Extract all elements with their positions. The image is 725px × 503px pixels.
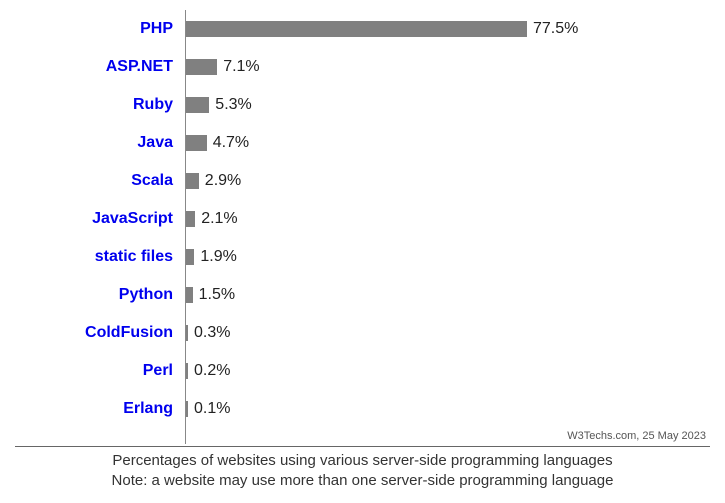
bar: [186, 401, 188, 417]
category-link-aspnet[interactable]: ASP.NET: [106, 58, 173, 75]
bar-cell: 5.3%: [185, 86, 710, 124]
bar-cell: 7.1%: [185, 48, 710, 86]
bar: [186, 211, 195, 227]
category-link-javascript[interactable]: JavaScript: [92, 210, 173, 227]
category-label-cell: Erlang: [15, 400, 185, 418]
value-label: 5.3%: [215, 96, 251, 114]
category-link-python[interactable]: Python: [119, 286, 173, 303]
value-label: 0.1%: [194, 400, 230, 418]
category-link-php[interactable]: PHP: [140, 20, 173, 37]
chart-row: ColdFusion 0.3%: [15, 314, 710, 352]
chart-row: Erlang 0.1%: [15, 390, 710, 428]
bar: [186, 21, 527, 37]
source-row: W3Techs.com, 25 May 2023: [15, 428, 710, 444]
value-label: 77.5%: [533, 20, 578, 38]
bar-cell: 0.3%: [185, 314, 710, 352]
source-credit: W3Techs.com, 25 May 2023: [185, 428, 710, 444]
chart-row: static files 1.9%: [15, 238, 710, 276]
bar: [186, 249, 194, 265]
category-link-java[interactable]: Java: [137, 134, 173, 151]
bar-cell: 0.1%: [185, 390, 710, 428]
bar: [186, 97, 209, 113]
value-label: 7.1%: [223, 58, 259, 76]
chart-row: Java 4.7%: [15, 124, 710, 162]
bar: [186, 325, 188, 341]
bar: [186, 363, 188, 379]
bar-cell: 0.2%: [185, 352, 710, 390]
chart-row: Perl 0.2%: [15, 352, 710, 390]
bar-chart: PHP 77.5% ASP.NET 7.1% Ruby 5.3% Java 4: [15, 10, 710, 444]
chart-caption: Percentages of websites using various se…: [15, 451, 710, 490]
bar-cell: 2.9%: [185, 162, 710, 200]
category-link-perl[interactable]: Perl: [143, 362, 173, 379]
category-label-cell: Perl: [15, 362, 185, 380]
bar-cell: 77.5%: [185, 10, 710, 48]
bar-cell: 1.9%: [185, 238, 710, 276]
category-label-cell: Java: [15, 134, 185, 152]
category-link-coldfusion[interactable]: ColdFusion: [85, 324, 173, 341]
chart-row: Scala 2.9%: [15, 162, 710, 200]
value-label: 1.9%: [200, 248, 236, 266]
chart-row: Ruby 5.3%: [15, 86, 710, 124]
value-label: 1.5%: [199, 286, 235, 304]
category-label-cell: JavaScript: [15, 210, 185, 228]
category-label-cell: Scala: [15, 172, 185, 190]
bar: [186, 135, 207, 151]
chart-row: ASP.NET 7.1%: [15, 48, 710, 86]
bar-cell: 4.7%: [185, 124, 710, 162]
category-link-static-files[interactable]: static files: [95, 248, 173, 265]
chart-note: Note: a website may use more than one se…: [112, 472, 614, 489]
category-link-scala[interactable]: Scala: [131, 172, 173, 189]
chart-row: PHP 77.5%: [15, 10, 710, 48]
value-label: 4.7%: [213, 134, 249, 152]
value-label: 2.9%: [205, 172, 241, 190]
chart-row: Python 1.5%: [15, 276, 710, 314]
chart-row: JavaScript 2.1%: [15, 200, 710, 238]
category-label-cell: Python: [15, 286, 185, 304]
category-label-cell: Ruby: [15, 96, 185, 114]
divider: [15, 446, 710, 447]
category-label-cell: static files: [15, 248, 185, 266]
bar: [186, 287, 193, 303]
bar-cell: 2.1%: [185, 200, 710, 238]
category-label-cell: ASP.NET: [15, 58, 185, 76]
category-label-cell: ColdFusion: [15, 324, 185, 342]
chart-title: Percentages of websites using various se…: [112, 452, 612, 469]
category-link-ruby[interactable]: Ruby: [133, 96, 173, 113]
bar-cell: 1.5%: [185, 276, 710, 314]
bar: [186, 59, 217, 75]
value-label: 2.1%: [201, 210, 237, 228]
value-label: 0.3%: [194, 324, 230, 342]
category-link-erlang[interactable]: Erlang: [123, 400, 173, 417]
bar: [186, 173, 199, 189]
value-label: 0.2%: [194, 362, 230, 380]
category-label-cell: PHP: [15, 20, 185, 38]
